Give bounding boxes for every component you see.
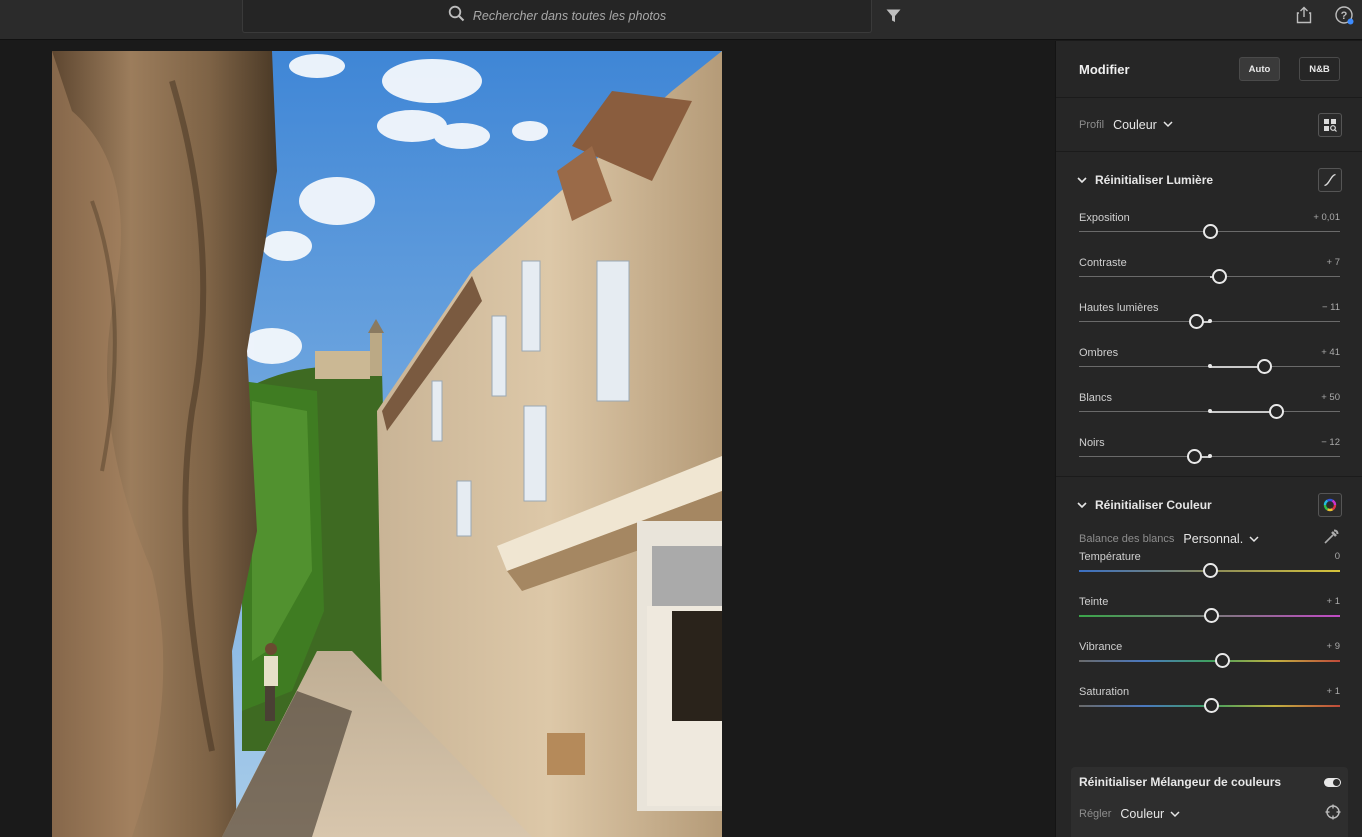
- color-sliders: Température 0 Teinte + 1 Vibrance + 9 Saturati…: [1056, 547, 1362, 727]
- slider-value[interactable]: + 41: [1321, 347, 1340, 358]
- share-icon[interactable]: [1294, 5, 1314, 25]
- slider-fill: [1210, 365, 1264, 368]
- slider-thumb[interactable]: [1268, 404, 1284, 419]
- profile-label: Profil: [1079, 118, 1105, 131]
- light-section-header[interactable]: Réinitialiser Lumière: [1056, 152, 1362, 208]
- search-input[interactable]: Rechercher dans toutes les photos: [473, 9, 666, 23]
- grid-search-icon: [1324, 118, 1337, 132]
- search-bar[interactable]: Rechercher dans toutes les photos: [242, 0, 872, 33]
- top-toolbar: Rechercher dans toutes les photos ?: [0, 0, 1362, 40]
- vibrance-slider[interactable]: Vibrance + 9: [1056, 637, 1362, 682]
- slider-thumb[interactable]: [1187, 449, 1203, 464]
- slider-value[interactable]: + 1: [1327, 596, 1340, 607]
- chevron-down-icon: [1163, 121, 1173, 128]
- blancs-slider[interactable]: Blancs + 50: [1056, 388, 1362, 433]
- slider-center-mark: [1208, 319, 1212, 323]
- slider-value[interactable]: + 0,01: [1313, 212, 1340, 223]
- chevron-down-icon: [1170, 810, 1180, 817]
- photo-preview[interactable]: [52, 51, 722, 837]
- chevron-down-icon: [1077, 176, 1087, 183]
- slider-thumb[interactable]: [1212, 269, 1228, 284]
- slider-label: Noirs: [1079, 437, 1105, 449]
- slider-label: Ombres: [1079, 347, 1119, 359]
- light-sliders: Exposition + 0,01 Contraste + 7 Hautes lumiè…: [1056, 208, 1362, 478]
- slider-center-mark: [1208, 454, 1212, 458]
- profile-browser-button[interactable]: [1318, 112, 1342, 137]
- adjust-dropdown[interactable]: Couleur: [1120, 807, 1180, 821]
- hautes-lumieres-slider[interactable]: Hautes lumières − 11: [1056, 298, 1362, 343]
- color-mixer-adjust-row: Régler Couleur: [1079, 807, 1180, 821]
- light-section-title: Réinitialiser Lumière: [1095, 173, 1214, 187]
- adjust-label: Régler: [1079, 808, 1112, 820]
- slider-value[interactable]: 0: [1335, 551, 1340, 562]
- slider-center-mark: [1208, 409, 1212, 413]
- filter-icon[interactable]: [884, 8, 902, 24]
- black-white-button[interactable]: N&B: [1299, 57, 1340, 81]
- color-wheel-icon: [1323, 498, 1337, 512]
- teinte-slider[interactable]: Teinte + 1: [1056, 592, 1362, 637]
- slider-thumb[interactable]: [1188, 314, 1204, 329]
- slider-value[interactable]: + 9: [1327, 641, 1340, 652]
- color-section-title: Réinitialiser Couleur: [1095, 498, 1212, 512]
- slider-label: Saturation: [1079, 686, 1130, 698]
- slider-thumb[interactable]: [1204, 608, 1220, 623]
- color-mixer-title[interactable]: Réinitialiser Mélangeur de couleurs: [1079, 775, 1281, 789]
- search-icon: [448, 5, 465, 27]
- white-balance-dropdown[interactable]: Personnal.: [1183, 532, 1322, 546]
- slider-label: Température: [1079, 551, 1141, 563]
- contraste-slider[interactable]: Contraste + 7: [1056, 253, 1362, 298]
- auto-button[interactable]: Auto: [1239, 57, 1280, 81]
- slider-fill: [1210, 410, 1276, 413]
- svg-text:?: ?: [1341, 10, 1348, 22]
- help-icon[interactable]: ?: [1334, 5, 1356, 27]
- chevron-down-icon: [1077, 501, 1087, 508]
- slider-value[interactable]: − 11: [1322, 302, 1340, 313]
- chevron-down-icon: [1249, 535, 1259, 542]
- color-grading-button[interactable]: [1318, 493, 1342, 517]
- slider-label: Exposition: [1079, 212, 1130, 224]
- photo-canvas: [0, 41, 1054, 837]
- slider-thumb[interactable]: [1214, 653, 1230, 668]
- tone-curve-button[interactable]: [1318, 168, 1342, 192]
- slider-label: Hautes lumières: [1079, 302, 1159, 314]
- saturation-slider[interactable]: Saturation + 1: [1056, 682, 1362, 727]
- target-adjust-icon[interactable]: [1325, 804, 1341, 825]
- slider-value[interactable]: − 12: [1321, 437, 1340, 448]
- slider-label: Teinte: [1079, 596, 1109, 608]
- slider-center-mark: [1208, 364, 1212, 368]
- profile-row: Profil Couleur: [1056, 98, 1362, 152]
- slider-thumb[interactable]: [1203, 563, 1218, 578]
- profile-value: Couleur: [1113, 117, 1157, 132]
- slider-value[interactable]: + 50: [1321, 392, 1340, 403]
- noirs-slider[interactable]: Noirs − 12: [1056, 433, 1362, 478]
- white-balance-value: Personnal.: [1183, 532, 1244, 546]
- slider-value[interactable]: + 1: [1327, 686, 1340, 697]
- slider-label: Vibrance: [1079, 641, 1123, 653]
- white-balance-label: Balance des blancs: [1079, 533, 1175, 545]
- slider-value[interactable]: + 7: [1327, 257, 1340, 268]
- color-mixer-section: Réinitialiser Mélangeur de couleurs Régl…: [1071, 767, 1348, 837]
- slider-track[interactable]: [1079, 660, 1340, 662]
- color-mixer-toggle[interactable]: [1324, 778, 1341, 787]
- edit-panel: Modifier Auto N&B Profil Couleur Réiniti…: [1055, 41, 1362, 837]
- edit-panel-header: Modifier Auto N&B: [1056, 41, 1362, 98]
- slider-label: Contraste: [1079, 257, 1127, 269]
- slider-thumb[interactable]: [1204, 698, 1220, 713]
- slider-label: Blancs: [1079, 392, 1113, 404]
- temperature-slider[interactable]: Température 0: [1056, 547, 1362, 592]
- slider-thumb[interactable]: [1256, 359, 1272, 374]
- profile-dropdown[interactable]: Couleur: [1113, 118, 1318, 132]
- slider-thumb[interactable]: [1203, 224, 1219, 239]
- panel-title: Modifier: [1079, 61, 1130, 77]
- curve-icon: [1324, 173, 1336, 187]
- exposition-slider[interactable]: Exposition + 0,01: [1056, 208, 1362, 253]
- adjust-value: Couleur: [1120, 807, 1165, 821]
- ombres-slider[interactable]: Ombres + 41: [1056, 343, 1362, 388]
